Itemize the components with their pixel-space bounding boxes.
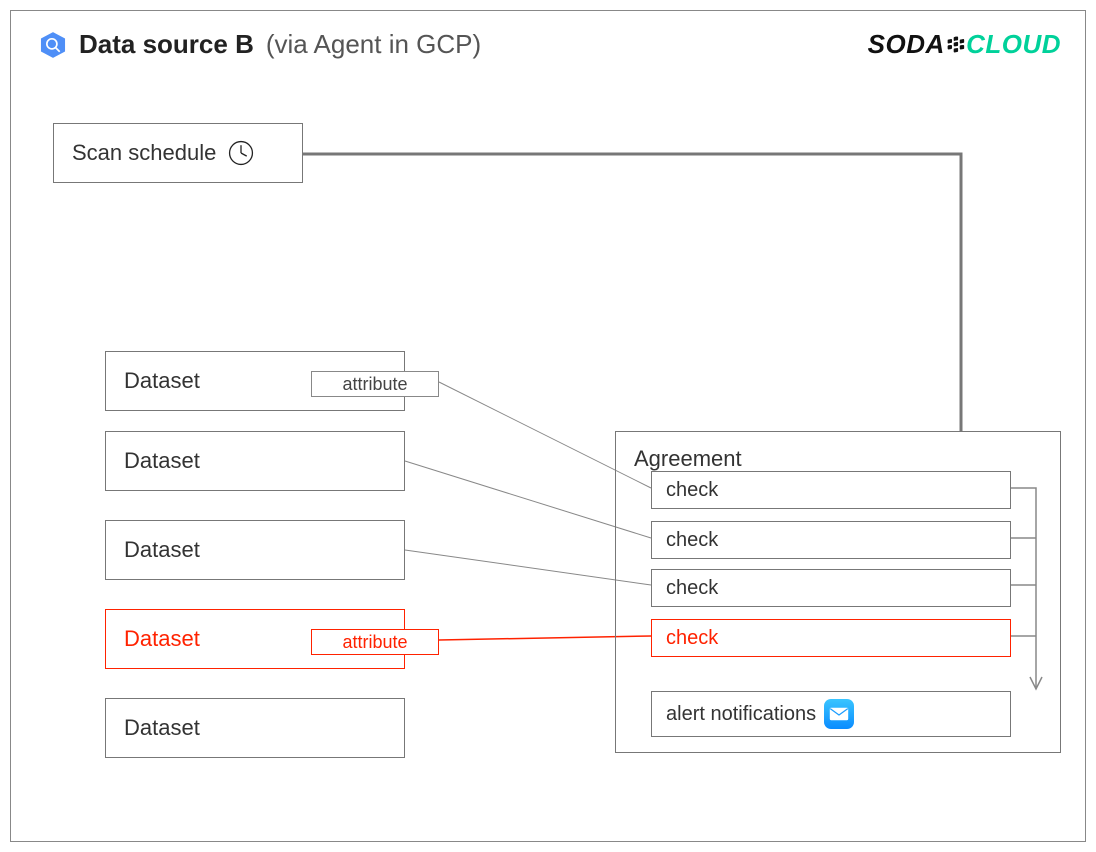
clock-icon <box>228 140 254 166</box>
check-label: check <box>666 577 718 600</box>
attribute-badge: attribute <box>311 371 439 397</box>
dataset-label: Dataset <box>124 715 200 741</box>
dataset-label: Dataset <box>124 368 200 394</box>
title-bold: Data source B <box>79 29 254 60</box>
bigquery-icon <box>39 31 67 59</box>
alert-notifications-box: alert notifications <box>651 691 1011 737</box>
diagram-frame: Data source B (via Agent in GCP) SODA፨CL… <box>10 10 1086 842</box>
scan-schedule-box: Scan schedule <box>53 123 303 183</box>
check-box: check <box>651 471 1011 509</box>
header: Data source B (via Agent in GCP) <box>39 29 481 60</box>
brand-part2: CLOUD <box>966 29 1061 59</box>
check-box: check <box>651 569 1011 607</box>
check-label: check <box>666 479 718 502</box>
alert-label: alert notifications <box>666 703 816 726</box>
dataset-label: Dataset <box>124 448 200 474</box>
check-label: check <box>666 529 718 552</box>
check-label: check <box>666 627 718 650</box>
dataset-box: Dataset <box>105 698 405 758</box>
attribute-badge-failed: attribute <box>311 629 439 655</box>
dataset-label: Dataset <box>124 537 200 563</box>
brand-logo: SODA፨CLOUD <box>868 29 1061 61</box>
dataset-box: Dataset <box>105 431 405 491</box>
check-box-failed: check <box>651 619 1011 657</box>
dataset-box: Dataset <box>105 520 405 580</box>
scan-schedule-label: Scan schedule <box>72 140 216 166</box>
title-sub: (via Agent in GCP) <box>266 29 481 60</box>
agreement-title: Agreement <box>634 446 1042 472</box>
dataset-label: Dataset <box>124 626 200 652</box>
check-box: check <box>651 521 1011 559</box>
brand-part1: SODA <box>868 29 945 59</box>
mail-icon <box>824 699 854 729</box>
